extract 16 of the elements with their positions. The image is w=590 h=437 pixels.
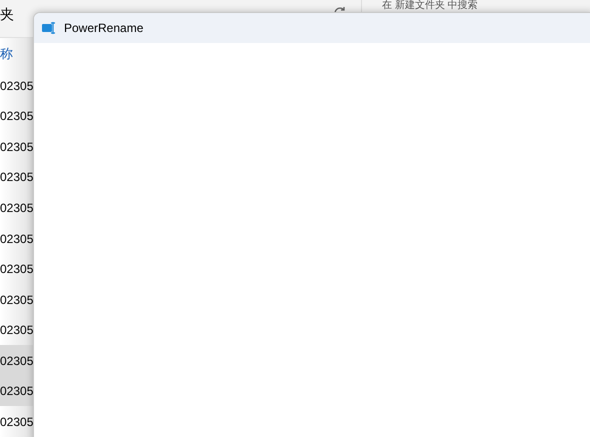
file-row[interactable]: 02305 (0, 132, 33, 162)
file-row[interactable]: 02305 (0, 254, 33, 284)
column-header[interactable]: 称 (0, 38, 33, 71)
file-row[interactable]: 02305 (0, 376, 33, 406)
file-row[interactable]: 02305 (0, 101, 33, 132)
app-icon (42, 22, 56, 34)
window-title: PowerRename (64, 20, 144, 37)
file-row[interactable]: 02305 (0, 345, 33, 376)
address-text: 夹 (0, 5, 15, 24)
file-row[interactable]: 02305 (0, 223, 33, 254)
file-row[interactable]: 02305 (0, 314, 33, 346)
file-row[interactable]: 02305 (0, 406, 33, 437)
file-row[interactable]: 02305 (0, 192, 33, 224)
file-row[interactable]: 02305 (0, 162, 33, 193)
file-row[interactable]: 02305 (0, 70, 33, 102)
file-row[interactable]: 02305 (0, 284, 33, 315)
